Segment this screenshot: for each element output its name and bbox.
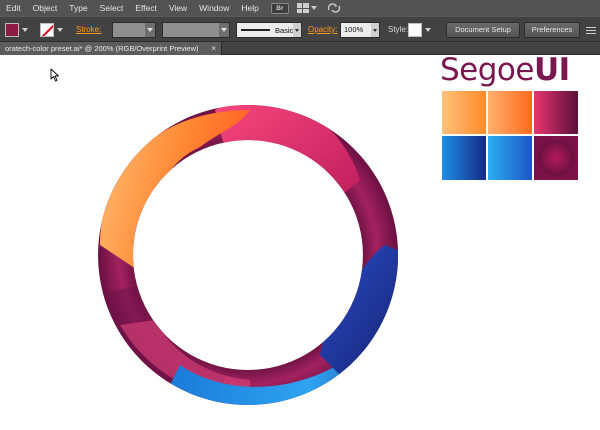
- menu-type[interactable]: Type: [63, 0, 93, 16]
- swatch-blue-light: [488, 136, 532, 180]
- menu-bar: Edit Object Type Select Effect View Wind…: [0, 0, 600, 16]
- style-label: Style:: [388, 25, 409, 34]
- artboard-canvas[interactable]: SegoeUI: [0, 55, 600, 430]
- chevron-down-icon: [22, 28, 28, 32]
- pointer-cursor-icon: [50, 68, 59, 82]
- menu-select[interactable]: Select: [94, 0, 130, 16]
- arrange-documents-button[interactable]: [296, 2, 319, 14]
- sync-settings-icon[interactable]: [327, 2, 341, 14]
- stroke-color-swatch[interactable]: [40, 22, 70, 38]
- menu-object[interactable]: Object: [27, 0, 64, 16]
- stroke-weight-field[interactable]: [112, 22, 156, 38]
- menu-window[interactable]: Window: [193, 0, 235, 16]
- control-bar-menu-icon[interactable]: [586, 22, 596, 38]
- ring-inner-rim: [132, 140, 363, 370]
- stroke-none-chip: [40, 23, 54, 37]
- control-bar: Stroke: Basic Opacity: 100% Style: Docum…: [0, 16, 600, 42]
- swatch-magenta-dark: [534, 91, 578, 134]
- brush-name: Basic: [274, 25, 294, 35]
- document-tab[interactable]: oratech-color preset.ai* @ 200% (RGB/Ove…: [0, 42, 222, 55]
- preferences-button[interactable]: Preferences: [524, 22, 580, 38]
- chevron-down-icon[interactable]: [145, 23, 155, 37]
- fill-swatch-chip: [5, 23, 19, 37]
- ring-artwork[interactable]: [0, 55, 600, 430]
- document-setup-button[interactable]: Document Setup: [446, 22, 520, 38]
- chevron-right-icon[interactable]: [371, 23, 379, 37]
- document-tab-title: oratech-color preset.ai* @ 200% (RGB/Ove…: [5, 44, 199, 53]
- brush-stroke-preview: [241, 29, 270, 31]
- menu-effect[interactable]: Effect: [129, 0, 163, 16]
- logo-bold-text: UI: [533, 55, 570, 88]
- variable-width-profile-field[interactable]: [162, 22, 230, 38]
- chevron-down-icon[interactable]: [219, 23, 229, 37]
- fill-color-swatch[interactable]: [5, 22, 35, 38]
- swatch-blue-dark: [442, 136, 486, 180]
- opacity-field[interactable]: 100%: [340, 22, 380, 38]
- document-tab-bar: oratech-color preset.ai* @ 200% (RGB/Ove…: [0, 42, 600, 55]
- style-swatch-chip: [408, 23, 422, 37]
- chevron-down-icon: [310, 6, 317, 10]
- segoe-ui-logo: SegoeUI: [440, 55, 570, 87]
- stroke-label[interactable]: Stroke:: [76, 22, 101, 38]
- swatch-orange-light: [442, 91, 486, 134]
- opacity-value[interactable]: 100%: [344, 23, 363, 37]
- chevron-down-icon: [57, 28, 63, 32]
- swatch-radial-dot: [538, 140, 574, 176]
- chevron-down-icon: [425, 28, 431, 32]
- menu-help[interactable]: Help: [235, 0, 264, 16]
- arrange-grid-icon: [296, 3, 309, 13]
- graphic-style-swatch[interactable]: [408, 22, 432, 38]
- bridge-button[interactable]: Br: [270, 2, 289, 14]
- opacity-label[interactable]: Opacity:: [308, 22, 337, 38]
- swatch-orange: [488, 91, 532, 134]
- logo-light-text: Segoe: [440, 55, 534, 88]
- brush-definition-field[interactable]: Basic: [236, 22, 302, 38]
- menu-edit[interactable]: Edit: [0, 0, 27, 16]
- close-icon[interactable]: ×: [211, 42, 216, 55]
- menu-view[interactable]: View: [163, 0, 193, 16]
- chevron-down-icon[interactable]: [293, 23, 301, 37]
